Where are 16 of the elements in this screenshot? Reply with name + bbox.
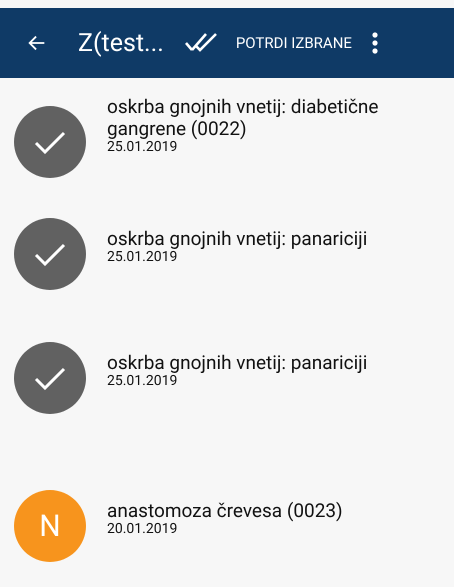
item-title: oskrba gnojnih vnetij: diabetične gangrene (0022) [107, 96, 380, 140]
letter-avatar: N [14, 490, 86, 562]
item-date: 25.01.2019 [107, 140, 178, 154]
item-date: 25.01.2019 [107, 250, 178, 264]
list-item[interactable]: oskrba gnojnih vnetij: diabetične gangrene (0022) 25.01.2019 [0, 94, 454, 178]
item-date: 25.01.2019 [107, 374, 178, 388]
item-title: oskrba gnojnih vnetij: panariciji [107, 228, 368, 250]
list-item[interactable]: oskrba gnojnih vnetij: panariciji 25.01.2019 [0, 330, 454, 414]
list-item[interactable]: N anastomoza črevesa (0023) 20.01.2019 [0, 478, 454, 562]
item-title: anastomoza črevesa (0023) [107, 500, 343, 522]
list-item[interactable]: oskrba gnojnih vnetij: panariciji 25.01.2019 [0, 206, 454, 290]
item-title: oskrba gnojnih vnetij: panariciji [107, 352, 368, 374]
more-menu-icon[interactable] [372, 31, 378, 55]
confirm-selected-button[interactable]: POTRDI IZBRANE [236, 34, 352, 52]
item-date: 20.01.2019 [107, 522, 178, 536]
app-bar-title: Z(test... [78, 28, 164, 58]
